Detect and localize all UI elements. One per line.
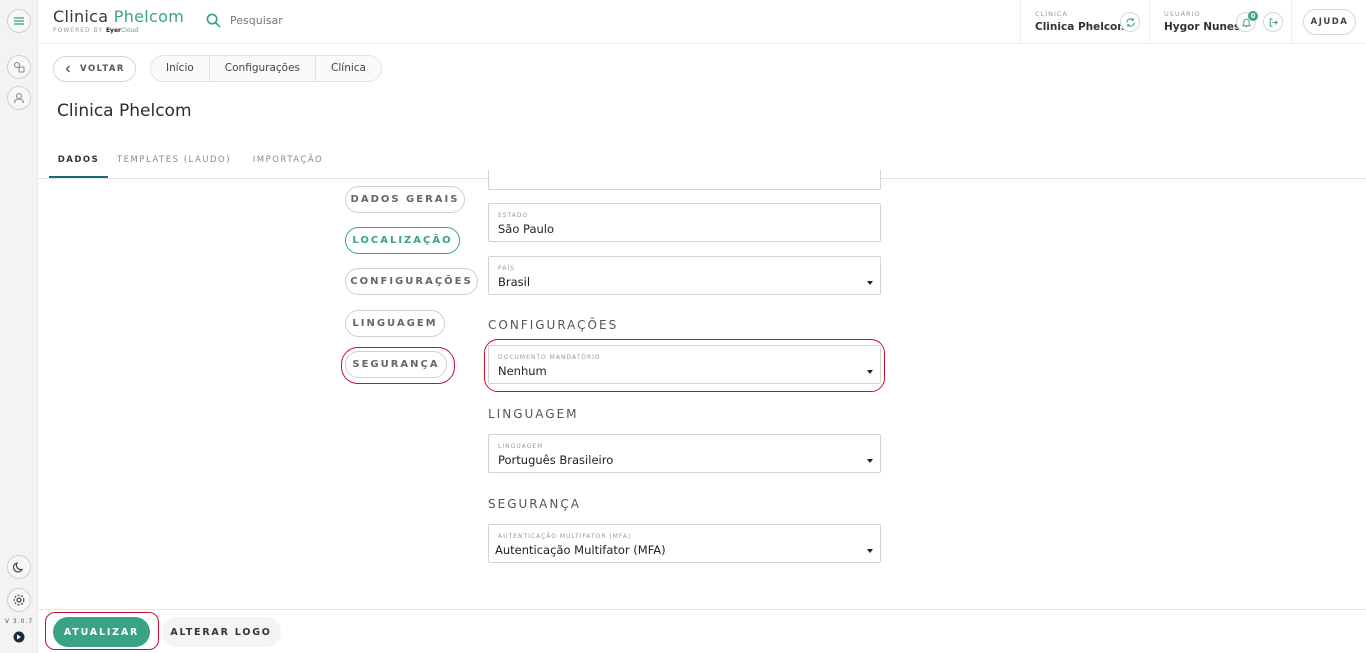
user-name[interactable]: Hygor Nunes — [1164, 21, 1240, 33]
caret-down-icon — [867, 549, 873, 553]
estado-label: ESTADO — [498, 212, 529, 219]
brand-accent: Phelcom — [113, 7, 185, 26]
section-dados-gerais[interactable]: DADOS GERAIS — [345, 186, 465, 213]
search-icon[interactable] — [206, 13, 221, 28]
breadcrumb-inicio[interactable]: Início — [151, 56, 210, 81]
configuracoes-heading: CONFIGURAÇÕES — [488, 318, 619, 332]
search-input[interactable] — [230, 14, 430, 27]
powered-eyer: Eyer — [105, 27, 121, 34]
side-rail: V 3.0.7 — [0, 0, 38, 653]
refresh-icon — [1125, 17, 1135, 27]
estado-value: São Paulo — [498, 222, 555, 236]
switch-clinic-button[interactable] — [1120, 12, 1140, 32]
linguagem-heading: LINGUAGEM — [488, 407, 579, 421]
caret-down-icon — [867, 281, 873, 285]
linguagem-select[interactable]: LINGUAGEM Português Brasileiro — [488, 434, 881, 473]
help-button[interactable]: AJUDA — [1303, 9, 1356, 35]
pais-label: PAÍS — [498, 265, 515, 272]
back-label: VOLTAR — [80, 64, 125, 74]
clinic-selector: CLÍNICA Clinica Phelcom — [1020, 0, 1149, 44]
version-label: V 3.0.7 — [4, 618, 34, 625]
breadcrumb-configuracoes[interactable]: Configurações — [210, 56, 317, 81]
breadcrumb-clinica[interactable]: Clínica — [316, 56, 381, 81]
documento-value: Nenhum — [498, 364, 547, 378]
mfa-value: Autenticação Multifator (MFA) — [495, 543, 666, 557]
help-block: AJUDA — [1291, 0, 1366, 44]
clinic-label: CLÍNICA — [1035, 10, 1068, 18]
menu-icon[interactable] — [7, 9, 31, 33]
brand-name: Clinica — [53, 7, 109, 26]
cut-off-field — [488, 170, 881, 190]
top-header: Clinica Phelcom POWERED BY EyerCloud CLÍ… — [38, 0, 1366, 44]
change-logo-button[interactable]: ALTERAR LOGO — [161, 617, 281, 647]
notification-badge: 0 — [1248, 11, 1258, 21]
clinic-value[interactable]: Clinica Phelcom — [1035, 21, 1128, 33]
patients-icon[interactable] — [7, 55, 31, 79]
logout-icon — [1269, 17, 1278, 27]
page-title: Clinica Phelcom — [57, 101, 192, 121]
estado-field[interactable]: ESTADO São Paulo — [488, 203, 881, 242]
tab-importacao[interactable]: IMPORTAÇÃO — [245, 145, 331, 178]
breadcrumb: Início Configurações Clínica — [150, 55, 382, 82]
section-seguranca[interactable]: SEGURANÇA — [345, 351, 447, 378]
caret-down-icon — [867, 459, 873, 463]
documento-mandatorio-select[interactable]: DOCUMENTO MANDATÓRIO Nenhum — [488, 345, 881, 384]
chevron-left-icon — [65, 65, 70, 73]
section-linguagem[interactable]: LINGUAGEM — [345, 310, 445, 337]
powered-cloud: Cloud — [120, 27, 139, 34]
documento-label: DOCUMENTO MANDATÓRIO — [498, 354, 601, 361]
section-localizacao[interactable]: LOCALIZAÇÃO — [345, 227, 460, 254]
logout-button[interactable] — [1263, 12, 1283, 32]
tab-dados[interactable]: DADOS — [49, 145, 108, 178]
pais-select[interactable]: PAÍS Brasil — [488, 256, 881, 295]
user-icon[interactable] — [7, 86, 31, 110]
mfa-label: AUTENTICAÇÃO MULTIFATOR (MFA) — [498, 533, 632, 540]
tab-templates[interactable]: TEMPLATES (LAUDO) — [116, 145, 232, 178]
mfa-select[interactable]: AUTENTICAÇÃO MULTIFATOR (MFA) Autenticaç… — [488, 524, 881, 563]
update-button[interactable]: ATUALIZAR — [53, 617, 150, 647]
linguagem-label: LINGUAGEM — [498, 443, 544, 450]
brand-logo[interactable]: Clinica Phelcom POWERED BY EyerCloud — [53, 7, 184, 34]
user-label: USUÁRIO — [1164, 10, 1201, 18]
seguranca-heading: SEGURANÇA — [488, 497, 581, 511]
settings-icon[interactable] — [7, 588, 31, 612]
back-button[interactable]: VOLTAR — [53, 56, 136, 82]
section-configuracoes[interactable]: CONFIGURAÇÕES — [345, 268, 478, 295]
pais-value: Brasil — [498, 275, 531, 289]
caret-down-icon — [867, 370, 873, 374]
linguagem-value: Português Brasileiro — [498, 453, 614, 467]
dark-mode-icon[interactable] — [7, 555, 31, 579]
search-bar — [206, 13, 430, 28]
user-block: USUÁRIO Hygor Nunes 0 — [1149, 0, 1291, 44]
phelcom-logo-icon — [13, 631, 25, 643]
powered-by-label: POWERED BY — [53, 27, 104, 34]
